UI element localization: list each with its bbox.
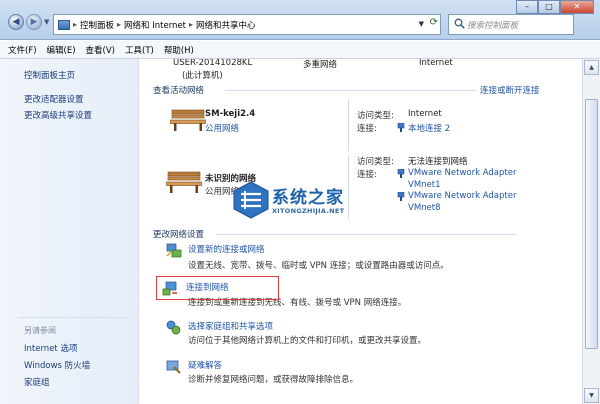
bench-network-icon [166,171,202,193]
breadcrumb-separator-icon[interactable]: ▸ [73,20,77,29]
troubleshoot-icon [166,360,181,374]
bench-network-icon [170,109,206,131]
header-rule [225,90,477,91]
sidebar-link-advanced-sharing[interactable]: 更改高级共享设置 [24,109,92,121]
watermark: 系统之家 XITONGZHIJIA.NET [232,178,372,224]
window-controls: – □ ✕ [516,0,594,14]
scroll-up-arrow-icon[interactable]: ▲ [584,60,599,75]
search-icon [454,18,465,29]
network-name: SM-keji2.4 [205,109,256,119]
recent-pages-dropdown-icon[interactable]: ▼ [44,18,49,26]
ethernet-icon [397,123,405,132]
vertical-rule [348,99,349,151]
network-setup-icon [166,243,182,258]
connection-link-vmnet1[interactable]: VMware Network Adapter VMnet1 [408,168,528,191]
highlight-box [156,276,279,300]
forward-button[interactable]: ▶ [26,14,42,30]
sidebar-link-control-panel-home[interactable]: 控制面板主页 [24,69,75,81]
multiple-networks-label: 多重网络 [303,60,338,70]
menu-edit[interactable]: 编辑(E) [47,44,76,56]
task-setup-connection-link[interactable]: 设置新的连接或网络 [188,243,265,255]
ethernet-icon [397,169,405,178]
control-panel-icon [58,19,70,30]
title-bar: ◀ ▶ ▼ ▸ 控制面板 ▸ 网络和 Internet ▸ 网络和共享中心 ▼ … [0,0,600,40]
breadcrumb-control-panel[interactable]: 控制面板 [80,19,114,31]
minimize-button[interactable]: – [516,0,538,14]
breadcrumb-network-internet[interactable]: 网络和 Internet [124,19,186,31]
menu-view[interactable]: 查看(V) [86,44,115,56]
menu-file[interactable]: 文件(F) [8,44,37,56]
watermark-subtitle: XITONGZHIJIA.NET [272,207,345,215]
watermark-title: 系统之家 [272,188,344,208]
sidebar-link-internet-options[interactable]: Internet 选项 [24,342,77,354]
refresh-icon[interactable]: ⟳ [430,17,438,28]
connection-link-local-2[interactable]: 本地连接 2 [408,122,450,134]
menu-tools[interactable]: 工具(T) [125,44,154,56]
task-homegroup-desc: 访问位于其他网络计算机上的文件和打印机，或更改共享设置。 [188,336,427,346]
sidebar-link-homegroup[interactable]: 家庭组 [24,376,50,388]
maximize-button[interactable]: □ [538,0,560,14]
access-type-value: 无法连接到网络 [408,157,468,167]
access-type-label: 访问类型: [357,111,394,121]
computer-subtitle: (此计算机) [182,71,223,81]
task-troubleshoot-desc: 诊断并修复网络问题，或获得故障排除信息。 [188,375,359,385]
search-input[interactable] [448,14,574,35]
sidebar-link-windows-firewall[interactable]: Windows 防火墙 [24,359,90,371]
sidebar: 控制面板主页 更改适配器设置 更改高级共享设置 另请参阅 Internet 选项… [0,59,139,404]
access-type-value: Internet [408,109,442,119]
connection-link-vmnet8[interactable]: VMware Network Adapter VMnet8 [408,191,528,214]
active-networks-heading: 查看活动网络 [153,86,205,96]
breadcrumb-separator-icon[interactable]: ▸ [189,20,193,29]
connections-label: 连接: [357,124,377,134]
sidebar-divider [18,317,130,318]
breadcrumb-network-sharing-center[interactable]: 网络和共享中心 [196,19,256,31]
task-homegroup-link[interactable]: 选择家庭组和共享选项 [188,320,273,332]
connect-disconnect-link[interactable]: 连接或断开连接 [480,84,540,96]
back-button[interactable]: ◀ [8,14,24,30]
network-type-link[interactable]: 公用网络 [205,122,239,134]
address-bar[interactable]: ▸ 控制面板 ▸ 网络和 Internet ▸ 网络和共享中心 ▼ ⟳ [53,14,441,35]
ethernet-icon [397,192,405,201]
breadcrumb-separator-icon[interactable]: ▸ [117,20,121,29]
see-also-heading: 另请参阅 [24,326,56,335]
access-type-label: 访问类型: [357,157,394,167]
scroll-down-arrow-icon[interactable]: ▼ [584,388,599,403]
watermark-logo-icon [233,181,269,219]
vertical-scrollbar[interactable]: ▲ ▼ [582,59,600,404]
header-rule [217,234,517,235]
main-content: USER-20141028KL (此计算机) 多重网络 Internet 查看活… [140,59,582,404]
scroll-thumb[interactable] [585,99,598,349]
task-setup-connection-desc: 设置无线、宽带、拨号、临时或 VPN 连接；或设置路由器或访问点。 [188,261,449,271]
computer-name: USER-20141028KL [173,59,253,68]
menu-bar: 文件(F) 编辑(E) 查看(V) 工具(T) 帮助(H) [0,41,600,59]
internet-label: Internet [419,59,453,68]
close-button[interactable]: ✕ [560,0,594,14]
address-dropdown-icon[interactable]: ▼ [419,20,424,28]
sidebar-link-adapter-settings[interactable]: 更改适配器设置 [24,93,84,105]
change-settings-heading: 更改网络设置 [153,230,205,240]
menu-help[interactable]: 帮助(H) [164,44,194,56]
homegroup-icon [166,320,181,335]
task-troubleshoot-link[interactable]: 疑难解答 [188,359,222,371]
